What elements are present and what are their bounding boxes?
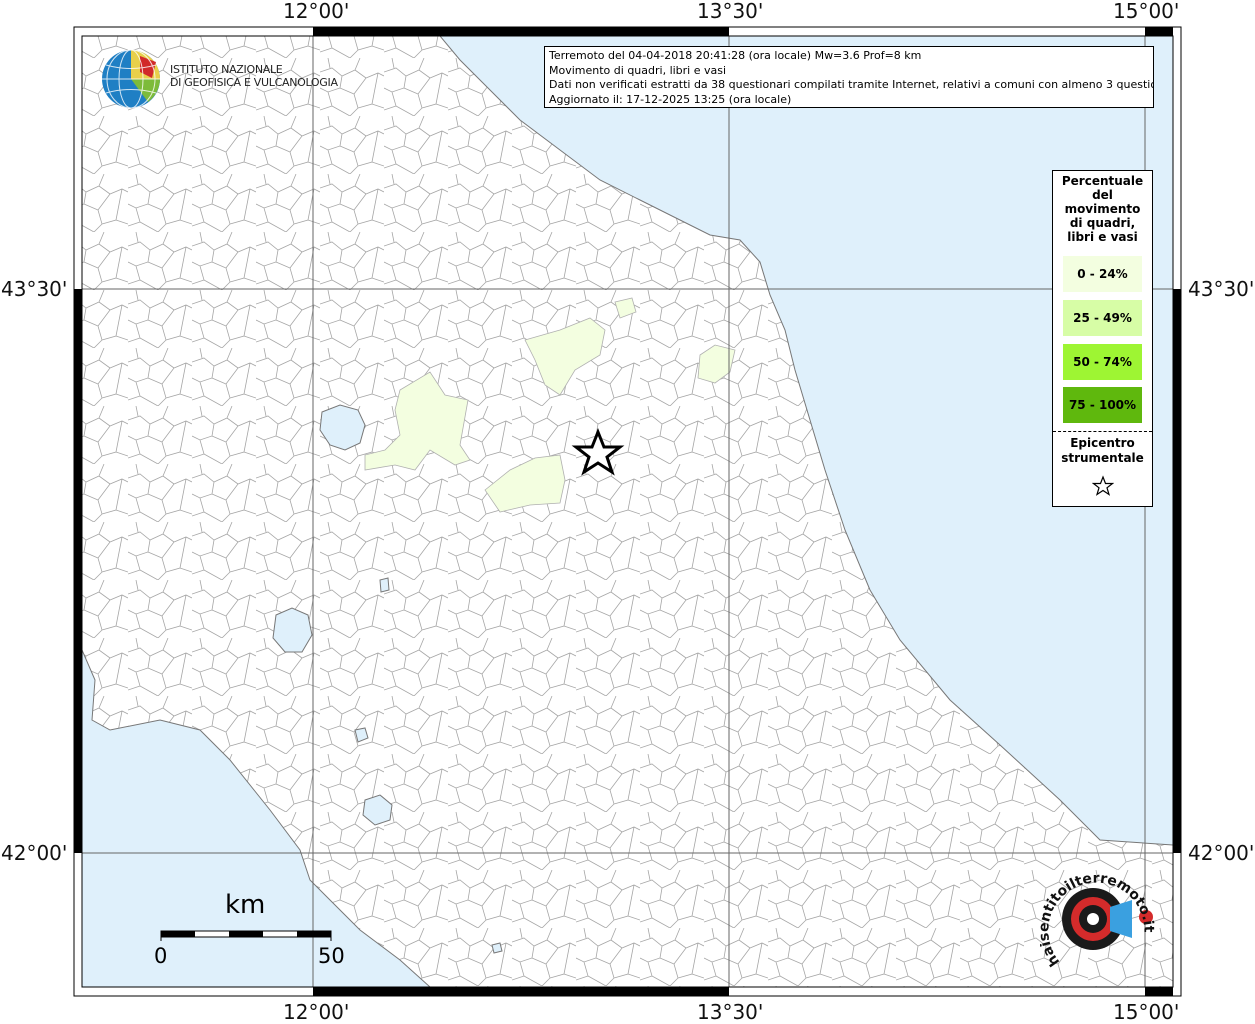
legend-item-50-74: 50 - 74%	[1063, 344, 1142, 380]
ingv-name: ISTITUTO NAZIONALE DI GEOFISICA E VULCAN…	[170, 63, 338, 89]
right-tick-2: 42°00'	[1188, 841, 1255, 865]
legend-item-0-24: 0 - 24%	[1063, 256, 1142, 292]
legend-title-line: di quadri,	[1069, 216, 1136, 230]
lake-small	[491, 942, 503, 954]
top-tick-1: 12°00'	[283, 0, 350, 23]
top-tick-2: 13°30'	[697, 0, 764, 23]
legend-item-75-100: 75 - 100%	[1063, 387, 1142, 423]
ingv-name-line2: DI GEOFISICA E VULCANOLOGIA	[170, 76, 338, 89]
earthquake-info-box: Terremoto del 04-04-2018 20:41:28 (ora l…	[544, 46, 1154, 108]
legend-title-line: Percentuale	[1061, 174, 1144, 188]
bottom-tick-3: 15°00'	[1113, 1000, 1180, 1024]
bottom-tick-2: 13°30'	[697, 1000, 764, 1024]
legend-separator	[1053, 431, 1152, 432]
legend-title-line: del	[1092, 188, 1113, 202]
info-line-data: Dati non verificati estratti da 38 quest…	[549, 78, 1154, 91]
bottom-tick-1: 12°00'	[283, 1000, 350, 1024]
scale-unit: km	[225, 890, 266, 920]
legend-epicenter-line: Epicentro	[1070, 436, 1135, 450]
scale-start: 0	[154, 944, 168, 968]
scale-end: 50	[318, 944, 345, 968]
legend-title: Percentuale del movimento di quadri, lib…	[1053, 174, 1152, 244]
left-tick-1: 43°30'	[1, 277, 68, 301]
legend: Percentuale del movimento di quadri, lib…	[1052, 170, 1153, 507]
left-tick-2: 42°00'	[1, 841, 68, 865]
legend-title-line: movimento	[1064, 202, 1141, 216]
legend-star-icon	[1092, 475, 1114, 496]
legend-item-25-49: 25 - 49%	[1063, 300, 1142, 336]
info-line-parameter: Movimento di quadri, libri e vasi	[549, 63, 727, 77]
legend-epicenter-line: strumentale	[1061, 451, 1144, 465]
legend-epicenter-label: Epicentro strumentale	[1053, 436, 1152, 466]
lake-piediluco	[379, 577, 390, 593]
haisentito-logo-icon: haisentitoilterremoto.it www.	[1040, 852, 1156, 969]
lake-bolsena	[272, 607, 313, 653]
right-tick-1: 43°30'	[1188, 277, 1255, 301]
ingv-logo-icon	[102, 49, 160, 109]
ingv-name-line1: ISTITUTO NAZIONALE	[170, 63, 283, 76]
info-line-updated: Aggiornato il: 17-12-2025 13:25 (ora loc…	[549, 92, 792, 106]
top-tick-3: 15°00'	[1113, 0, 1180, 23]
legend-title-line: libri e vasi	[1067, 230, 1138, 244]
info-line-event: Terremoto del 04-04-2018 20:41:28 (ora l…	[549, 49, 922, 62]
